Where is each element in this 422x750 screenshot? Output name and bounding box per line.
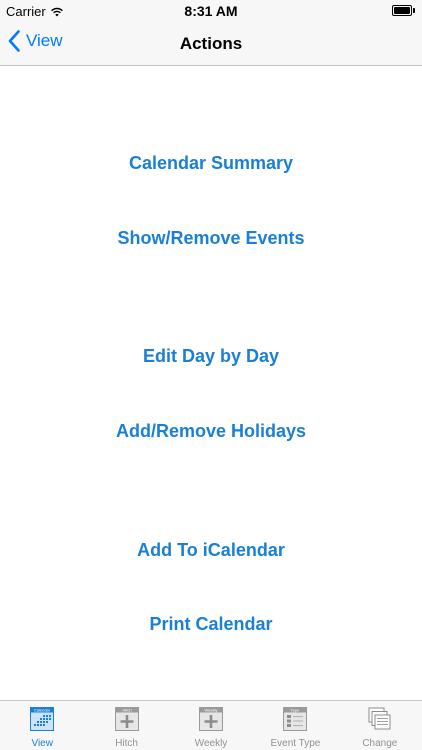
page-title: Actions — [179, 34, 243, 53]
svg-text:Hitch: Hitch — [122, 707, 131, 712]
print-calendar-button[interactable]: Print Calendar — [0, 614, 422, 635]
tab-event-type-label: Event Type — [270, 738, 321, 749]
tab-view[interactable]: Calendar View — [0, 701, 84, 750]
edit-day-by-day-button[interactable]: Edit Day by Day — [0, 346, 422, 367]
navigation-bar: View Actions — [0, 22, 422, 66]
tab-hitch-label: Hitch — [115, 738, 138, 749]
hitch-plus-icon: Hitch — [114, 707, 139, 731]
show-remove-events-button[interactable]: Show/Remove Events — [0, 228, 422, 249]
svg-text:Calendar: Calendar — [34, 707, 51, 712]
add-remove-holidays-button[interactable]: Add/Remove Holidays — [0, 421, 422, 442]
battery-icon — [392, 5, 416, 16]
tab-weekly-label: Weekly — [194, 738, 228, 749]
tab-change-label: Change — [362, 738, 398, 749]
calendar-grid-icon: Calendar — [30, 707, 55, 731]
status-bar: Carrier 8:31 AM — [0, 0, 422, 22]
calendar-summary-button[interactable]: Calendar Summary — [0, 153, 422, 174]
tab-change[interactable]: Change — [338, 701, 422, 750]
svg-text:Type: Type — [291, 707, 300, 712]
tab-hitch[interactable]: Hitch Hitch — [84, 701, 168, 750]
add-to-icalendar-button[interactable]: Add To iCalendar — [0, 540, 422, 561]
status-time: 8:31 AM — [184, 3, 238, 19]
weekly-plus-icon: Weekly — [199, 707, 224, 731]
svg-text:Weekly: Weekly — [204, 707, 217, 712]
tab-bar: Calendar View Hitch Hitch Weekly Weekly — [0, 700, 422, 750]
tab-view-label: View — [31, 738, 53, 749]
tab-weekly[interactable]: Weekly Weekly — [169, 701, 253, 750]
tab-event-type[interactable]: Type Event Type — [253, 701, 337, 750]
event-type-icon: Type — [283, 707, 308, 731]
stacked-pages-icon — [368, 707, 391, 730]
